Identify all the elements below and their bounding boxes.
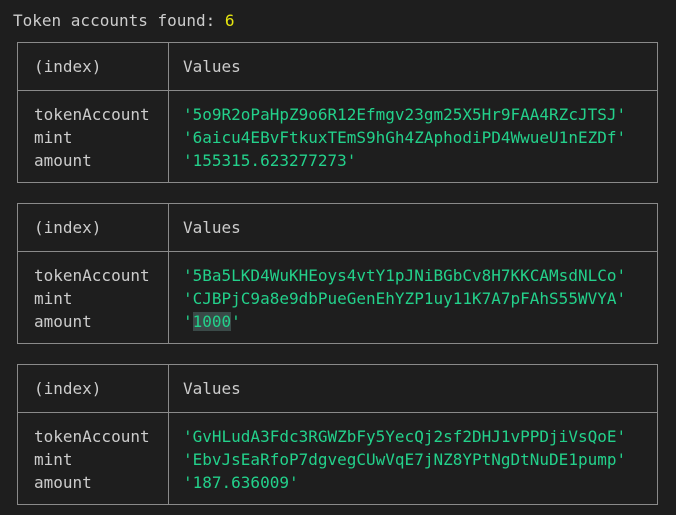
values-column-header: Values	[183, 57, 241, 76]
value-token-account[interactable]: '5Ba5LKD4WuKHEoys4vtY1pJNiBGbCv8H7KKCAMs…	[183, 264, 657, 287]
key-mint: mint	[34, 128, 73, 147]
row-values-cell: '5Ba5LKD4WuKHEoys4vtY1pJNiBGbCv8H7KKCAMs…	[169, 252, 657, 343]
row-values-cell: 'GvHLudA3Fdc3RGWZbFy5YecQj2sf2DHJ1vPPDji…	[169, 413, 657, 504]
key-token-account: tokenAccount	[34, 427, 150, 446]
key-amount: amount	[34, 151, 92, 170]
value-amount[interactable]: '155315.623277273'	[183, 149, 657, 172]
header-label: Token accounts found:	[13, 11, 225, 30]
token-account-table-3: (index) Values tokenAccount mint amount …	[17, 364, 658, 505]
table-header-row: (index) Values	[18, 365, 657, 413]
values-column-header: Values	[183, 379, 241, 398]
value-mint[interactable]: '6aicu4EBvFtkuxTEmS9hGh4ZAphodiPD4WwueU1…	[183, 126, 657, 149]
table-header-row: (index) Values	[18, 43, 657, 91]
value-token-account[interactable]: '5o9R2oPaHpZ9o6R12Efmgv23gm25X5Hr9FAA4RZ…	[183, 103, 657, 126]
amount-quote-open: '	[183, 312, 193, 331]
key-mint: mint	[34, 289, 73, 308]
value-amount[interactable]: '187.636009'	[183, 471, 657, 494]
table-row: tokenAccount mint amount '5o9R2oPaHpZ9o6…	[18, 91, 657, 182]
token-account-table-1: (index) Values tokenAccount mint amount …	[17, 42, 658, 183]
row-keys-cell: tokenAccount mint amount	[18, 252, 169, 343]
table-header-row: (index) Values	[18, 204, 657, 252]
index-column-header: (index)	[18, 43, 169, 90]
key-token-account: tokenAccount	[34, 105, 150, 124]
table-row: tokenAccount mint amount 'GvHLudA3Fdc3RG…	[18, 413, 657, 504]
value-amount[interactable]: '1000'	[183, 310, 657, 333]
value-mint[interactable]: 'EbvJsEaRfoP7dgvegCUwVqE7jNZ8YPtNgDtNuDE…	[183, 448, 657, 471]
row-keys-cell: tokenAccount mint amount	[18, 91, 169, 182]
value-mint[interactable]: 'CJBPjC9a8e9dbPueGenEhYZP1uy11K7A7pFAhS5…	[183, 287, 657, 310]
account-count: 6	[224, 11, 235, 30]
amount-selected-text[interactable]: 1000	[192, 312, 232, 331]
value-token-account[interactable]: 'GvHLudA3Fdc3RGWZbFy5YecQj2sf2DHJ1vPPDji…	[183, 425, 657, 448]
index-column-header: (index)	[18, 365, 169, 412]
key-mint: mint	[34, 450, 73, 469]
row-values-cell: '5o9R2oPaHpZ9o6R12Efmgv23gm25X5Hr9FAA4RZ…	[169, 91, 657, 182]
token-accounts-found-line: Token accounts found: 6	[13, 9, 235, 32]
key-amount: amount	[34, 312, 92, 331]
token-account-table-2: (index) Values tokenAccount mint amount …	[17, 203, 658, 344]
row-keys-cell: tokenAccount mint amount	[18, 413, 169, 504]
key-amount: amount	[34, 473, 92, 492]
key-token-account: tokenAccount	[34, 266, 150, 285]
values-column-header: Values	[183, 218, 241, 237]
amount-quote-close: '	[231, 312, 241, 331]
index-column-header: (index)	[18, 204, 169, 251]
table-row: tokenAccount mint amount '5Ba5LKD4WuKHEo…	[18, 252, 657, 343]
